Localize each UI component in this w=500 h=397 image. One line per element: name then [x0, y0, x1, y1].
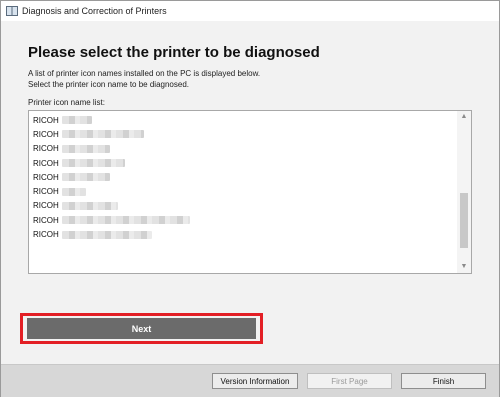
printer-name-prefix: RICOH — [33, 230, 59, 240]
first-page-button[interactable]: First Page — [307, 373, 392, 389]
redacted-printer-name — [61, 201, 118, 210]
printer-list-item[interactable]: RICOH — [33, 227, 190, 241]
printer-name-prefix: RICOH — [33, 115, 59, 125]
redacted-printer-name — [61, 187, 86, 196]
redacted-printer-name — [61, 116, 92, 125]
scrollbar-thumb[interactable] — [460, 193, 468, 248]
printer-list-item[interactable]: RICOH — [33, 199, 190, 213]
footer-bar: Version Information First Page Finish — [1, 364, 499, 397]
window-title: Diagnosis and Correction of Printers — [22, 6, 167, 16]
redacted-printer-name — [61, 230, 152, 239]
printer-name-prefix: RICOH — [33, 129, 59, 139]
printer-list-items: RICOH RICOH RICOH RICOH RICOH RICOH RICO… — [33, 113, 190, 242]
chevron-up-icon[interactable]: ▲ — [457, 111, 471, 123]
printer-list-item[interactable]: RICOH — [33, 170, 190, 184]
description-line-2: Select the printer icon name to be diagn… — [28, 80, 189, 89]
redacted-printer-name — [61, 159, 125, 168]
printer-list-item[interactable]: RICOH — [33, 127, 190, 141]
title-bar: Diagnosis and Correction of Printers — [1, 1, 499, 21]
printer-list[interactable]: RICOH RICOH RICOH RICOH RICOH RICOH RICO… — [28, 110, 472, 274]
printer-list-item[interactable]: RICOH — [33, 184, 190, 198]
printer-list-item[interactable]: RICOH — [33, 213, 190, 227]
printer-name-prefix: RICOH — [33, 144, 59, 154]
printer-list-item[interactable]: RICOH — [33, 156, 190, 170]
page-title: Please select the printer to be diagnose… — [28, 44, 320, 61]
redacted-printer-name — [61, 173, 110, 182]
description-line-1: A list of printer icon names installed o… — [28, 69, 261, 78]
printer-name-prefix: RICOH — [33, 187, 59, 197]
list-scrollbar[interactable]: ▲ ▼ — [457, 111, 471, 273]
printer-list-item[interactable]: RICOH — [33, 142, 190, 156]
printer-name-prefix: RICOH — [33, 201, 59, 211]
finish-button[interactable]: Finish — [401, 373, 486, 389]
app-window-icon — [6, 6, 18, 16]
page-description: A list of printer icon names installed o… — [28, 68, 260, 90]
chevron-down-icon[interactable]: ▼ — [457, 261, 471, 273]
printer-list-item[interactable]: RICOH — [33, 113, 190, 127]
printer-name-prefix: RICOH — [33, 172, 59, 182]
main-panel: Please select the printer to be diagnose… — [1, 21, 499, 364]
printer-name-prefix: RICOH — [33, 215, 59, 225]
app-window: Diagnosis and Correction of Printers Ple… — [0, 0, 500, 397]
redacted-printer-name — [61, 216, 190, 225]
printer-name-prefix: RICOH — [33, 158, 59, 168]
redacted-printer-name — [61, 130, 144, 139]
printer-list-label: Printer icon name list: — [28, 98, 105, 107]
next-button[interactable]: Next — [27, 318, 256, 339]
redacted-printer-name — [61, 144, 110, 153]
version-information-button[interactable]: Version Information — [212, 373, 298, 389]
